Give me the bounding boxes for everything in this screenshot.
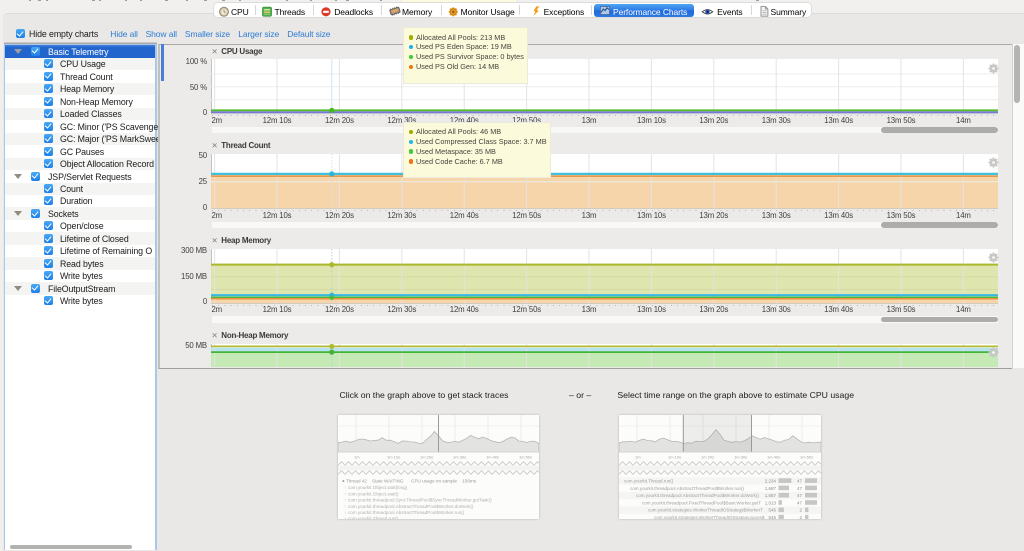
svg-text:1m: 1m bbox=[354, 455, 360, 460]
svg-text:1m 30s: 1m 30s bbox=[453, 455, 466, 460]
svg-text:1m 10s: 1m 10s bbox=[668, 455, 681, 460]
svg-text:com.yourkit.threadpool.Abstrac: com.yourkit.threadpool.AbstractThreadPoo… bbox=[630, 486, 744, 491]
svg-text:↑: ↑ bbox=[344, 485, 346, 490]
svg-text:1,687: 1,687 bbox=[764, 493, 776, 498]
svg-text:↑: ↑ bbox=[344, 510, 346, 515]
svg-text:1m 50s: 1m 50s bbox=[519, 455, 532, 460]
svg-text:1,687: 1,687 bbox=[764, 486, 776, 491]
svg-text:1m 30s: 1m 30s bbox=[734, 455, 747, 460]
svg-text:com.yourkit.Object.wait(long): com.yourkit.Object.wait(long) bbox=[348, 485, 408, 490]
svg-text:1m 10s: 1m 10s bbox=[387, 455, 400, 460]
svg-text:↑: ↑ bbox=[344, 491, 346, 496]
svg-text:1m: 1m bbox=[635, 455, 641, 460]
svg-text:1m 50s: 1m 50s bbox=[800, 455, 813, 460]
svg-text:1m 20s: 1m 20s bbox=[420, 455, 433, 460]
svg-text:47: 47 bbox=[796, 493, 802, 498]
svg-text:1m 20s: 1m 20s bbox=[701, 455, 714, 460]
svg-text:com.yourkit.threadpool.Abstrac: com.yourkit.threadpool.AbstractThreadPoo… bbox=[348, 504, 474, 509]
svg-text:com.yourkit.Object.wait(): com.yourkit.Object.wait() bbox=[348, 491, 399, 496]
svg-text:47: 47 bbox=[796, 479, 802, 484]
svg-text:1m 40s: 1m 40s bbox=[767, 455, 780, 460]
svg-text:com.yourkit.threadpool.FixedTh: com.yourkit.threadpool.FixedThreadPool$B… bbox=[642, 500, 761, 505]
svg-text:2,234: 2,234 bbox=[764, 479, 776, 484]
svg-text:com.yourkit.threadpool.Abstrac: com.yourkit.threadpool.AbstractThreadPoo… bbox=[636, 493, 759, 498]
svg-text:1m 40s: 1m 40s bbox=[486, 455, 499, 460]
svg-text:47: 47 bbox=[796, 500, 802, 505]
svg-text:com.yourkit.Thread.run(): com.yourkit.Thread.run() bbox=[624, 479, 674, 484]
svg-text:↑: ↑ bbox=[344, 498, 346, 503]
svg-text:546: 546 bbox=[768, 508, 776, 513]
svg-text:● Thread 42 State WAITING: ● Thread 42 State WAITING CPU usage on s… bbox=[342, 479, 477, 484]
svg-text:1,013: 1,013 bbox=[764, 500, 776, 505]
svg-text:com.yourkit.Thread.run(): com.yourkit.Thread.run() bbox=[348, 516, 399, 519]
svg-text:com.yourkit.strategies.WorkerT: com.yourkit.strategies.WorkerThreadIOStr… bbox=[648, 508, 763, 513]
svg-text:546: 546 bbox=[768, 515, 776, 519]
svg-text:com.yourkit.threadpool.SyncThr: com.yourkit.threadpool.SyncThreadPool$Sy… bbox=[348, 498, 492, 503]
svg-text:com.yourkit.strategies.WorkerT: com.yourkit.strategies.WorkerThreadIOStr… bbox=[654, 515, 765, 519]
svg-text:47: 47 bbox=[796, 486, 802, 491]
svg-text:↑: ↑ bbox=[344, 504, 346, 509]
svg-text:com.yourkit.threadpool.Abstrac: com.yourkit.threadpool.AbstractThreadPoo… bbox=[348, 510, 465, 515]
svg-text:↑: ↑ bbox=[344, 516, 346, 519]
